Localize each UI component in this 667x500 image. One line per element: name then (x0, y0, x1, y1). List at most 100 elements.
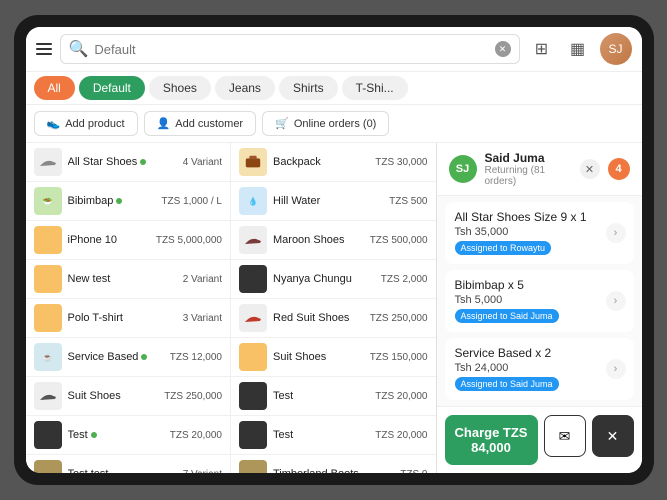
cart-header: SJ Said Juma Returning (81 orders) ✕ 4 (437, 143, 642, 196)
product-name: Suit Shoes (68, 390, 159, 402)
clear-icon[interactable]: ✕ (495, 41, 511, 57)
product-item[interactable]: iPhone 10 TZS 5,000,000 (26, 221, 231, 260)
product-item[interactable]: Timberland Boots TZS 0 (231, 455, 436, 473)
search-icon: 🔍 (69, 39, 89, 59)
product-price: TZS 150,000 (370, 352, 428, 363)
product-price: TZS 250,000 (370, 313, 428, 324)
cart-user-sub: Returning (81 orders) (485, 165, 572, 187)
add-customer-label: Add customer (175, 118, 243, 130)
product-item[interactable]: ☕ Service Based TZS 12,000 (26, 338, 231, 377)
cart-close-button[interactable]: ✕ (580, 159, 600, 179)
cart-item-name: Service Based x 2 (455, 346, 624, 360)
product-thumb (34, 382, 62, 410)
product-price: TZS 20,000 (375, 391, 427, 402)
product-item[interactable]: Nyanya Chungu TZS 2,000 (231, 260, 436, 299)
product-info: Test (68, 429, 164, 441)
product-thumb (34, 226, 62, 254)
add-product-button[interactable]: 👟 Add product (34, 111, 138, 136)
product-thumb (239, 265, 267, 293)
product-info: Test (273, 390, 369, 402)
cart-item-tag: Assigned to Said Juma (455, 377, 559, 391)
search-input[interactable] (94, 42, 488, 57)
cart-item-price: Tsh 24,000 (455, 362, 624, 374)
product-thumb (239, 148, 267, 176)
add-product-label: Add product (65, 118, 124, 130)
product-price: 2 Variant (183, 274, 222, 285)
product-item[interactable]: Backpack TZS 30,000 (231, 143, 436, 182)
cart-item-tag: Assigned to Rowaytu (455, 241, 552, 255)
cat-tab-all[interactable]: All (34, 76, 75, 100)
cart-user-info: Said Juma Returning (81 orders) (485, 151, 572, 187)
product-thumb (34, 304, 62, 332)
grid-icon[interactable]: ⊞ (528, 35, 556, 63)
product-item[interactable]: New test 2 Variant (26, 260, 231, 299)
product-thumb (239, 226, 267, 254)
product-price: 7 Variant (183, 469, 222, 474)
product-name: Polo T-shirt (68, 312, 177, 324)
cart-avatar-initials: SJ (456, 163, 469, 175)
product-name: All Star Shoes (68, 156, 177, 168)
product-item[interactable]: Suit Shoes TZS 250,000 (26, 377, 231, 416)
cart-user-name: Said Juma (485, 151, 572, 165)
menu-icon[interactable] (36, 43, 52, 55)
product-info: Nyanya Chungu (273, 273, 375, 285)
add-product-icon: 👟 (47, 117, 61, 130)
product-item[interactable]: Suit Shoes TZS 150,000 (231, 338, 436, 377)
product-info: Suit Shoes (68, 390, 159, 402)
product-item[interactable]: Maroon Shoes TZS 500,000 (231, 221, 436, 260)
cat-tab-jeans[interactable]: Jeans (215, 76, 275, 100)
cat-tab-shoes[interactable]: Shoes (149, 76, 211, 100)
cat-tab-shirts[interactable]: Shirts (279, 76, 338, 100)
cart-cancel-button[interactable]: ✕ (592, 415, 634, 457)
product-item[interactable]: 💧 Hill Water TZS 500 (231, 182, 436, 221)
cart-item: Service Based x 2 Tsh 24,000 Assigned to… (445, 338, 634, 400)
product-thumb (239, 304, 267, 332)
product-price: TZS 0 (400, 469, 427, 474)
add-customer-button[interactable]: 👤 Add customer (144, 111, 257, 136)
cart-item-remove-button[interactable]: › (606, 223, 626, 243)
product-item[interactable]: Red Suit Shoes TZS 250,000 (231, 299, 436, 338)
product-price: TZS 500,000 (370, 235, 428, 246)
product-name: Red Suit Shoes (273, 312, 364, 324)
cart-badge: 4 (608, 158, 630, 180)
product-info: New test (68, 273, 177, 285)
product-name: Bibimbap (68, 195, 156, 207)
product-price: 3 Variant (183, 313, 222, 324)
cart-item-remove-button[interactable]: › (606, 291, 626, 311)
product-name: Maroon Shoes (273, 234, 364, 246)
product-item[interactable]: Test TZS 20,000 (231, 377, 436, 416)
avatar[interactable]: SJ (600, 33, 632, 65)
product-item[interactable]: All Star Shoes 4 Variant (26, 143, 231, 182)
product-info: Hill Water (273, 195, 383, 207)
online-orders-label: Online orders (0) (294, 118, 377, 130)
product-list: All Star Shoes 4 Variant 🥗 Bibimbap TZS … (26, 143, 436, 473)
tablet-screen: 🔍 ✕ ⊞ ▦ SJ All Default Shoes Jeans Shirt… (26, 27, 642, 473)
product-thumb (34, 421, 62, 449)
product-item[interactable]: 🥗 Bibimbap TZS 1,000 / L (26, 182, 231, 221)
online-orders-button[interactable]: 🛒 Online orders (0) (262, 111, 389, 136)
product-thumb (239, 343, 267, 371)
category-tabs: All Default Shoes Jeans Shirts T-Shi... (26, 72, 642, 105)
product-item[interactable]: Polo T-shirt 3 Variant (26, 299, 231, 338)
cat-tab-default[interactable]: Default (79, 76, 145, 100)
cat-tab-tshirts[interactable]: T-Shi... (342, 76, 408, 100)
product-price: TZS 30,000 (375, 157, 427, 168)
product-item[interactable]: Test TZS 20,000 (26, 416, 231, 455)
charge-button[interactable]: Charge TZS 84,000 (445, 415, 538, 465)
product-name: Suit Shoes (273, 351, 364, 363)
email-button[interactable]: ✉ (544, 415, 586, 457)
cart-items: All Star Shoes Size 9 x 1 Tsh 35,000 Ass… (437, 196, 642, 406)
product-price: TZS 500 (389, 196, 427, 207)
product-name: Timberland Boots (273, 468, 394, 473)
cart-item-name: All Star Shoes Size 9 x 1 (455, 210, 624, 224)
product-price: TZS 5,000,000 (156, 235, 222, 246)
product-item[interactable]: Test TZS 20,000 (231, 416, 436, 455)
product-price: TZS 2,000 (381, 274, 428, 285)
product-name: Test (68, 429, 164, 441)
cart-item-remove-button[interactable]: › (606, 359, 626, 379)
cart-avatar: SJ (449, 155, 477, 183)
barcode-icon[interactable]: ▦ (564, 35, 592, 63)
product-name: Test (273, 390, 369, 402)
product-item[interactable]: Test test 7 Variant (26, 455, 231, 473)
email-icon: ✉ (559, 428, 571, 445)
